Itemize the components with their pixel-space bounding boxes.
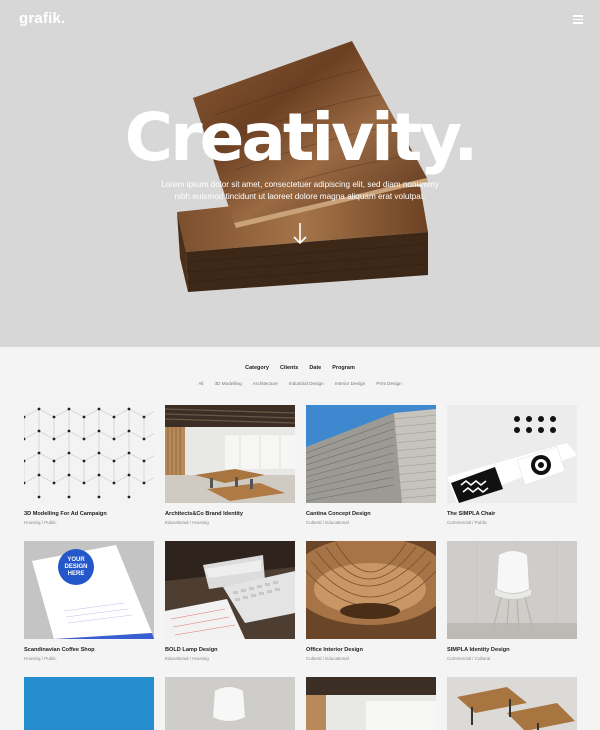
project-thumbnail[interactable]: YOUR DESIGN HERE [24,541,154,639]
interior-photo [165,405,295,503]
project-meta: Educational / Housing [165,520,209,525]
project-title[interactable]: Architects&Co Brand Identity [165,511,295,517]
project-title[interactable]: Cantina Concept Design [306,511,436,517]
tag-3d-modelling[interactable]: 3D Modelling [214,381,241,386]
project-card[interactable]: The SIMPLA Chair Commercial / Public [447,405,577,525]
tag-print-design[interactable]: Print Design [376,381,402,386]
filter-tab-clients[interactable]: Clients [280,365,298,371]
arrow-down-icon[interactable] [292,222,308,246]
project-title[interactable]: SIMPLA Identity Design [447,647,577,653]
project-meta: Cultural / Educational [306,656,349,661]
filter-tab-category[interactable]: Category [245,365,269,371]
tag-industrial-design[interactable]: Industrial Design [289,381,324,386]
filter-tab-date[interactable]: Date [309,365,321,371]
tag-architecture[interactable]: Architecture [253,381,278,386]
project-thumbnail[interactable] [306,405,436,503]
project-meta: Cultural / Educational [306,520,349,525]
hamburger-line [573,22,583,24]
chair-photo [165,677,295,730]
project-title[interactable]: The SIMPLA Chair [447,511,577,517]
project-card[interactable] [165,677,295,730]
cafe-tables-photo [447,677,577,730]
site-logo[interactable]: grafik. [19,10,65,27]
project-meta: Commercial / Cultural [447,656,491,661]
filter-tab-program[interactable]: Program [332,365,355,371]
project-card[interactable]: 3D Modelling For Ad Campaign Housing / P… [24,405,154,525]
project-card[interactable]: Architects&Co Brand Identity Educational… [165,405,295,525]
interior-photo [306,677,436,730]
hamburger-line [573,15,583,17]
project-card[interactable]: Cantina Concept Design Cultural / Educat… [306,405,436,525]
project-card[interactable]: Office Interior Design Cultural / Educat… [306,541,436,661]
hex-pattern-image [24,405,154,503]
project-thumbnail[interactable] [165,677,295,730]
tag-filters: All 3D Modelling Architecture Industrial… [0,381,600,386]
project-title[interactable]: 3D Modelling For Ad Campaign [24,511,154,517]
project-thumbnail[interactable] [24,677,154,730]
project-thumbnail[interactable] [447,541,577,639]
project-meta: Commercial / Public [447,520,488,525]
hero-lede: Lorem ipsum dolor sit amet, consectetuer… [161,180,439,201]
tag-interior-design[interactable]: Interior Design [335,381,365,386]
hamburger-icon[interactable] [573,15,583,24]
project-thumbnail[interactable] [447,677,577,730]
chair-photo [447,541,577,639]
project-thumbnail[interactable] [24,405,154,503]
project-thumbnail[interactable] [165,405,295,503]
blue-sky-photo [24,677,154,730]
project-title[interactable]: Scandinavian Coffee Shop [24,647,154,653]
mockup-text: YOUR [67,557,85,563]
tag-all[interactable]: All [198,381,203,386]
hamburger-line [573,18,583,20]
facade-photo [306,405,436,503]
project-card[interactable]: YOUR DESIGN HERE Scandinavian Coffee Sho… [24,541,154,661]
project-card[interactable]: SIMPLA Identity Design Commercial / Cult… [447,541,577,661]
project-title[interactable]: Office Interior Design [306,647,436,653]
hero-headline: Creativity. [124,99,479,176]
project-meta: Housing / Public [24,656,57,661]
category-tabs: Category Clients Date Program [0,365,600,371]
mockup-text: DESIGN [64,564,87,570]
simpla-graphic-image [447,405,577,503]
project-thumbnail[interactable] [306,541,436,639]
desk-photo [165,541,295,639]
project-card[interactable]: BOLD Lamp Design Educational / Housing [165,541,295,661]
project-thumbnail[interactable] [306,677,436,730]
project-card[interactable] [24,677,154,730]
project-thumbnail[interactable] [165,541,295,639]
project-card[interactable] [306,677,436,730]
project-thumbnail[interactable] [447,405,577,503]
project-meta: Housing / Public [24,520,57,525]
card-mockup-photo: YOUR DESIGN HERE [24,541,154,639]
mockup-text: HERE [68,571,85,577]
project-card[interactable] [447,677,577,730]
hero-section: grafik. Creativity. Lorem ipsum dolor si… [0,0,600,347]
portfolio-filters: Category Clients Date Program All 3D Mod… [0,365,600,386]
project-meta: Educational / Housing [165,656,209,661]
wood-interior-photo [306,541,436,639]
project-title[interactable]: BOLD Lamp Design [165,647,295,653]
